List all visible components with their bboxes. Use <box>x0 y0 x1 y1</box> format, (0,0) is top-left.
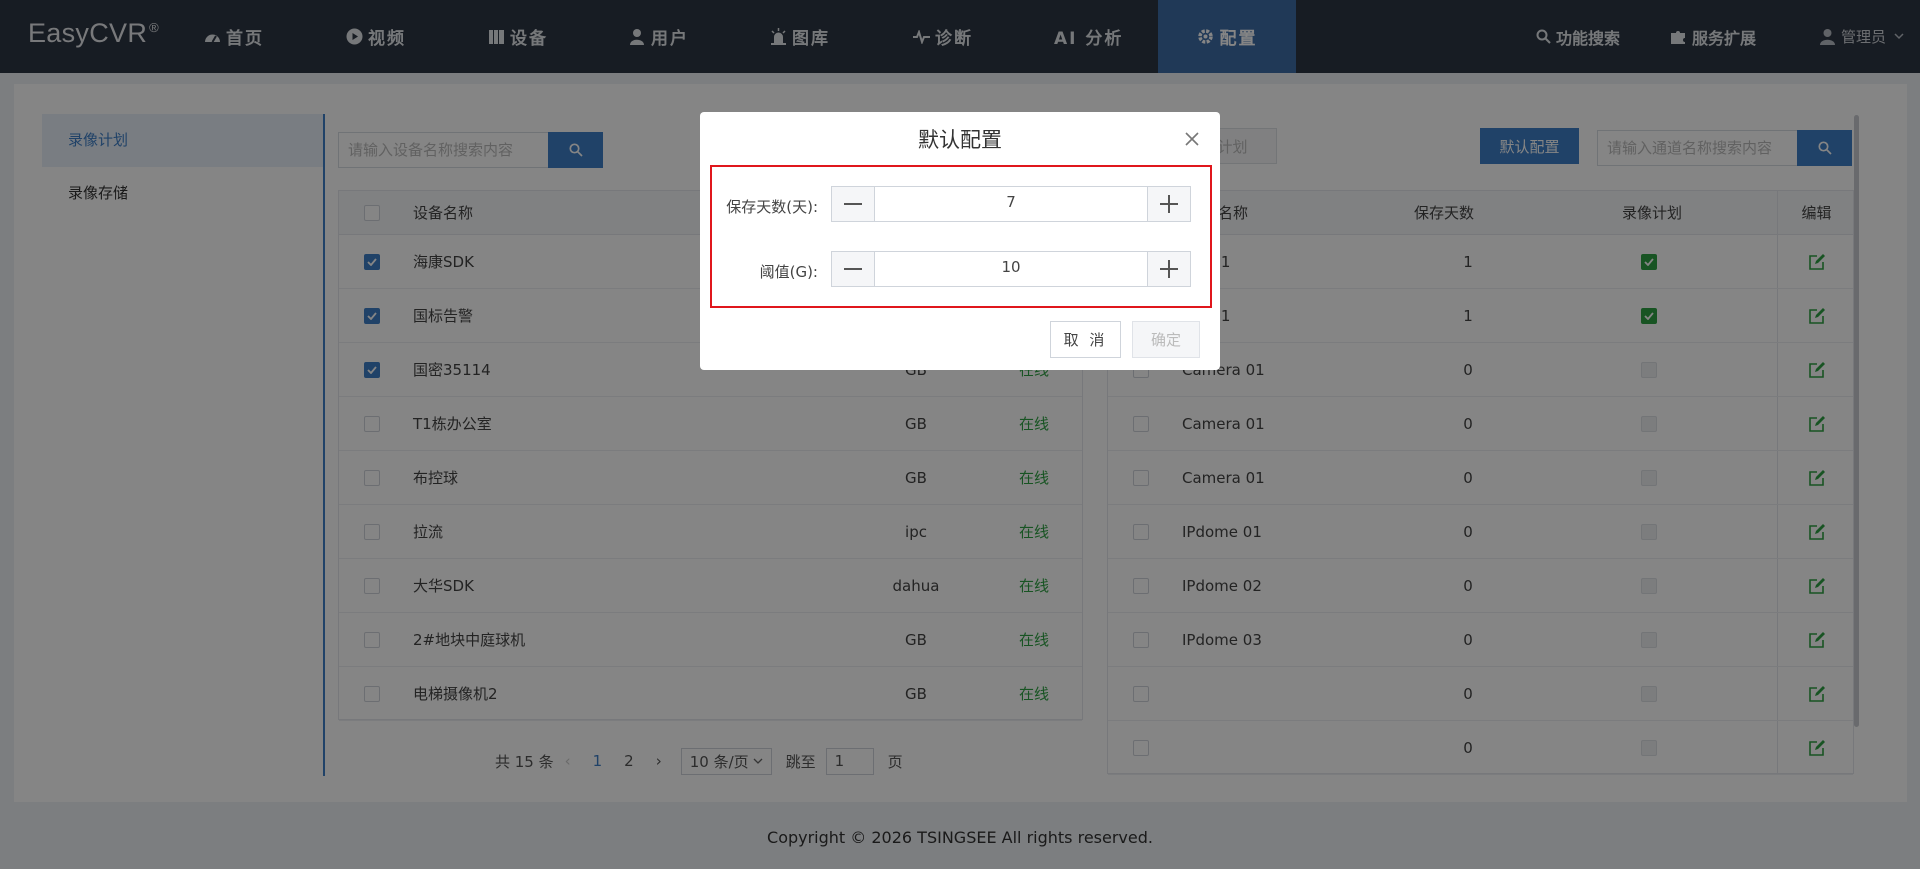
threshold-stepper[interactable]: 10 <box>831 251 1191 287</box>
default-config-dialog: 默认配置 保存天数(天): 7 阈值(G): 10 取 消 确定 <box>700 112 1220 370</box>
save-days-input[interactable]: 7 <box>875 187 1147 221</box>
confirm-button[interactable]: 确定 <box>1132 321 1200 358</box>
cancel-button[interactable]: 取 消 <box>1050 321 1121 358</box>
save-days-stepper[interactable]: 7 <box>831 186 1191 222</box>
save-days-increment-button[interactable] <box>1147 187 1190 221</box>
threshold-increment-button[interactable] <box>1147 252 1190 286</box>
dialog-title: 默认配置 <box>918 128 1002 152</box>
save-days-decrement-button[interactable] <box>832 187 875 221</box>
threshold-decrement-button[interactable] <box>832 252 875 286</box>
threshold-input[interactable]: 10 <box>875 252 1147 286</box>
save-days-label: 保存天数(天): <box>726 198 818 216</box>
close-icon[interactable] <box>1182 129 1202 149</box>
threshold-label: 阈值(G): <box>759 263 818 281</box>
